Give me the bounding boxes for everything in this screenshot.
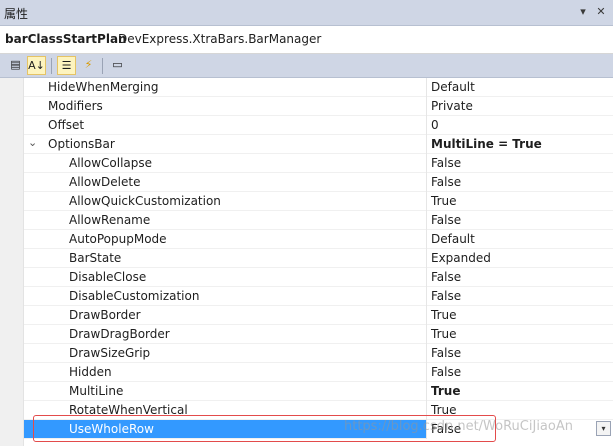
column-divider <box>426 97 427 116</box>
property-value[interactable]: False <box>431 346 461 360</box>
property-pages-button[interactable]: ▭ <box>108 56 127 75</box>
property-row-allowdelete[interactable]: AllowDelete False <box>24 173 613 192</box>
property-value[interactable]: False <box>431 289 461 303</box>
property-value[interactable]: True <box>431 308 457 322</box>
property-row-allowcollapse[interactable]: AllowCollapse False <box>24 154 613 173</box>
dropdown-arrow-icon[interactable]: ▾ <box>596 421 611 436</box>
property-row-drawdragborder[interactable]: DrawDragBorder True <box>24 325 613 344</box>
property-row-autopopupmode[interactable]: AutoPopupMode Default <box>24 230 613 249</box>
column-divider <box>426 135 427 154</box>
property-name: DrawDragBorder <box>69 327 170 341</box>
toolbar-separator <box>51 58 52 74</box>
column-divider <box>426 363 427 382</box>
property-row-allowquickcustomization[interactable]: AllowQuickCustomization True <box>24 192 613 211</box>
properties-toolbar: ▤ A↓ ☰ ⚡ ▭ <box>0 54 613 78</box>
property-grid: HideWhenMerging Default Modifiers Private Of… <box>0 78 613 446</box>
column-divider <box>426 78 427 97</box>
column-divider <box>426 249 427 268</box>
column-divider <box>426 173 427 192</box>
column-divider <box>426 287 427 306</box>
property-row-rotatewhenvertical[interactable]: RotateWhenVertical True <box>24 401 613 420</box>
property-name: DisableCustomization <box>69 289 200 303</box>
property-name: DrawBorder <box>69 308 141 322</box>
property-value[interactable]: False <box>431 270 461 284</box>
property-name: RotateWhenVertical <box>69 403 188 417</box>
property-row-allowrename[interactable]: AllowRename False <box>24 211 613 230</box>
property-name: DisableClose <box>69 270 147 284</box>
property-value[interactable]: Default <box>431 232 475 246</box>
properties-window-titlebar: 属性 ▾ ✕ <box>0 0 613 26</box>
property-name: AutoPopupMode <box>69 232 167 246</box>
property-value[interactable]: False <box>431 422 461 436</box>
object-selector[interactable]: barClassStartPlan DevExpress.XtraBars.Ba… <box>0 26 613 54</box>
property-name: UseWholeRow <box>69 422 154 436</box>
column-divider <box>426 420 427 439</box>
property-grid-gutter <box>0 78 24 446</box>
property-value[interactable]: Private <box>431 99 473 113</box>
property-name: OptionsBar <box>48 137 115 151</box>
column-divider <box>426 401 427 420</box>
property-value[interactable]: True <box>431 403 457 417</box>
property-value[interactable]: False <box>431 156 461 170</box>
pin-dropdown-icon[interactable]: ▾ <box>575 4 591 20</box>
column-divider <box>426 211 427 230</box>
column-divider <box>426 306 427 325</box>
collapse-chevron-icon[interactable]: ⌄ <box>28 136 37 149</box>
column-divider <box>426 230 427 249</box>
column-divider <box>426 192 427 211</box>
window-title: 属性 <box>4 7 29 21</box>
property-row-hidden[interactable]: Hidden False <box>24 363 613 382</box>
column-divider <box>426 154 427 173</box>
property-row-usewholerow[interactable]: UseWholeRow False ▾ <box>24 420 613 439</box>
properties-button[interactable]: ☰ <box>57 56 76 75</box>
column-divider <box>426 268 427 287</box>
property-name: BarState <box>69 251 122 265</box>
property-row-optionsbar[interactable]: ⌄ OptionsBar MultiLine = True <box>24 135 613 154</box>
property-value[interactable]: True <box>431 384 460 398</box>
object-name: barClassStartPlan <box>5 32 127 46</box>
close-icon[interactable]: ✕ <box>593 4 609 20</box>
events-button[interactable]: ⚡ <box>79 56 98 75</box>
property-row-offset[interactable]: Offset 0 <box>24 116 613 135</box>
property-value[interactable]: False <box>431 365 461 379</box>
property-value[interactable]: Expanded <box>431 251 491 265</box>
toolbar-separator <box>102 58 103 74</box>
property-name: DrawSizeGrip <box>69 346 151 360</box>
property-row-barstate[interactable]: BarState Expanded <box>24 249 613 268</box>
property-name: Modifiers <box>48 99 103 113</box>
property-value[interactable]: Default <box>431 80 475 94</box>
property-name: Offset <box>48 118 85 132</box>
property-row-hidewhenmerging[interactable]: HideWhenMerging Default <box>24 78 613 97</box>
property-value[interactable]: True <box>431 194 457 208</box>
property-value[interactable]: False <box>431 175 461 189</box>
property-name: HideWhenMerging <box>48 80 159 94</box>
property-row-multiline[interactable]: MultiLine True <box>24 382 613 401</box>
property-value[interactable]: 0 <box>431 118 439 132</box>
object-type: DevExpress.XtraBars.BarManager <box>118 32 322 46</box>
property-row-disablecustomization[interactable]: DisableCustomization False <box>24 287 613 306</box>
property-row-disableclose[interactable]: DisableClose False <box>24 268 613 287</box>
property-name: AllowRename <box>69 213 151 227</box>
property-row-modifiers[interactable]: Modifiers Private <box>24 97 613 116</box>
property-name: MultiLine <box>69 384 124 398</box>
property-name: AllowDelete <box>69 175 141 189</box>
column-divider <box>426 344 427 363</box>
property-row-drawsizegrip[interactable]: DrawSizeGrip False <box>24 344 613 363</box>
property-value[interactable]: False <box>431 213 461 227</box>
property-row-drawborder[interactable]: DrawBorder True <box>24 306 613 325</box>
property-value[interactable]: True <box>431 327 457 341</box>
categorized-button[interactable]: ▤ <box>6 56 25 75</box>
column-divider <box>426 116 427 135</box>
alphabetical-button[interactable]: A↓ <box>27 56 46 75</box>
column-divider <box>426 382 427 401</box>
property-name: AllowQuickCustomization <box>69 194 221 208</box>
property-value[interactable]: MultiLine = True <box>431 137 542 151</box>
property-name: AllowCollapse <box>69 156 153 170</box>
property-name: Hidden <box>69 365 112 379</box>
column-divider <box>426 325 427 344</box>
